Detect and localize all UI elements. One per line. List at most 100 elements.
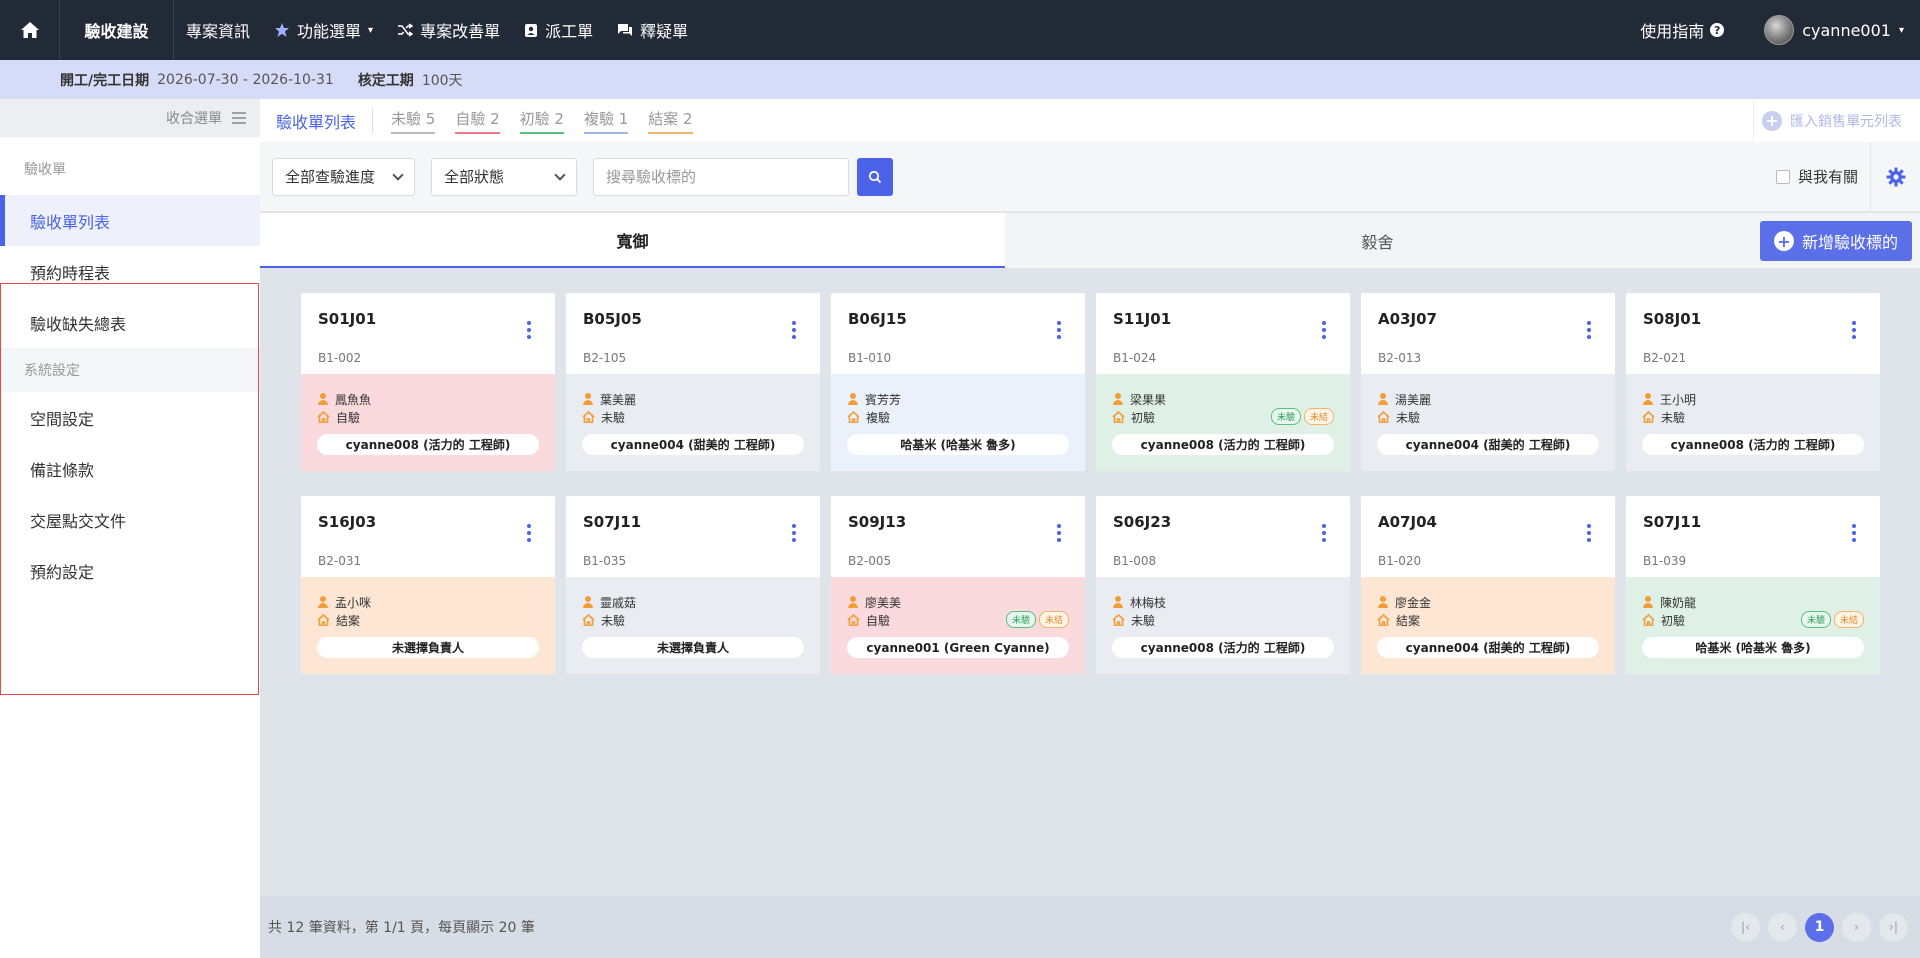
card-owner: 哈基米 (哈基米 魯多)	[1642, 637, 1864, 658]
project-brand[interactable]: 驗收建設	[60, 0, 174, 60]
home-button[interactable]	[0, 0, 60, 60]
avatar	[1764, 15, 1795, 45]
card-owner: cyanne008 (活力的 工程師)	[1112, 637, 1334, 658]
more-options-icon[interactable]	[1852, 524, 1856, 542]
card-person: 靈戚菇	[600, 595, 637, 610]
tab-status-recheck[interactable]: 複驗 1	[583, 108, 629, 134]
more-options-icon[interactable]	[1322, 524, 1326, 542]
nav-dispatch[interactable]: 派工單	[512, 0, 605, 60]
more-options-icon[interactable]	[792, 524, 796, 542]
nav-function-menu[interactable]: 功能選單 ▾	[262, 0, 385, 60]
user-menu[interactable]: cyanne001 ▾	[1764, 15, 1904, 45]
house-icon	[582, 411, 595, 423]
card-person-row: 賓芳芳	[847, 390, 1069, 408]
acceptance-card[interactable]: A07J04 B1-020 廖金金 結案 cyanne004 (甜美的 工程師)	[1360, 495, 1616, 675]
card-unit: B1-002	[318, 351, 362, 365]
more-options-icon[interactable]	[1057, 321, 1061, 339]
settings-button[interactable]	[1870, 141, 1920, 212]
card-person: 陳奶龍	[1660, 595, 1697, 610]
more-options-icon[interactable]	[1587, 524, 1591, 542]
user-guide-link[interactable]: 使用指南 ?	[1640, 18, 1725, 42]
card-stage: 未驗	[601, 613, 626, 628]
more-options-icon[interactable]	[1587, 321, 1591, 339]
card-unit: B2-021	[1643, 351, 1687, 365]
card-person: 廖金金	[1395, 595, 1432, 610]
card-body: 賓芳芳 複驗 哈基米 (哈基米 魯多)	[831, 374, 1085, 471]
tab-status-initial[interactable]: 初驗 2	[519, 108, 564, 134]
acceptance-card[interactable]: S16J03 B2-031 孟小咪 結案 未選擇負責人	[300, 495, 556, 675]
plus-circle-icon: +	[1762, 110, 1782, 131]
card-person: 林梅枝	[1130, 595, 1167, 610]
house-icon	[1377, 411, 1390, 423]
more-options-icon[interactable]	[1057, 524, 1061, 542]
duration-value: 100天	[421, 72, 463, 89]
acceptance-card[interactable]: B05J05 B2-105 葉美麗 未驗 cyanne004 (甜美的 工程師)	[565, 292, 821, 472]
tab-building-1[interactable]: 寬御	[260, 213, 1005, 268]
page-button-current[interactable]: 1	[1805, 912, 1834, 942]
next-page-icon[interactable]: ›	[1842, 912, 1871, 942]
prev-page-icon[interactable]: ‹	[1768, 912, 1797, 942]
card-stage: 結案	[1396, 613, 1421, 628]
house-icon	[1642, 614, 1655, 626]
card-person-row: 葉美麗	[582, 390, 804, 408]
status-badge: 未結	[1303, 408, 1334, 425]
acceptance-card[interactable]: A03J07 B2-013 湯美麗 未驗 cyanne004 (甜美的 工程師)	[1360, 292, 1616, 472]
sidebar-item-acceptance-list[interactable]: 驗收單列表	[0, 195, 260, 246]
tab-status-self-check[interactable]: 自驗 2	[455, 108, 500, 134]
last-page-icon[interactable]: ›|	[1879, 912, 1908, 942]
chat-icon	[618, 24, 633, 36]
more-options-icon[interactable]	[527, 321, 531, 339]
acceptance-card[interactable]: S08J01 B2-021 王小明 未驗 cyanne008 (活力的 工程師)	[1625, 292, 1881, 472]
collapse-menu-button[interactable]: 收合選單	[0, 99, 260, 137]
card-person-row: 鳳魚魚	[317, 390, 539, 408]
tab-status-closed[interactable]: 結案 2	[648, 108, 693, 134]
card-owner: 未選擇負責人	[582, 637, 804, 658]
status-filter-select[interactable]: 全部狀態	[431, 157, 577, 196]
nav-clarification[interactable]: 釋疑單	[605, 0, 700, 60]
search-button[interactable]	[857, 157, 893, 196]
progress-filter-select[interactable]: 全部查驗進度	[272, 157, 415, 196]
card-owner: 未選擇負責人	[317, 637, 539, 658]
tab-acceptance-list[interactable]: 驗收單列表	[260, 109, 372, 133]
person-icon	[317, 393, 329, 405]
tab-building-2[interactable]: 毅舍	[1005, 213, 1750, 268]
import-sales-units-button[interactable]: + 匯入銷售單元列表	[1753, 99, 1902, 142]
related-to-me-toggle[interactable]: 與我有關	[1775, 166, 1858, 187]
status-filter-value: 全部狀態	[444, 168, 505, 186]
card-code: S08J01	[1643, 310, 1702, 328]
nav-improvement[interactable]: 專案改善單	[385, 0, 512, 60]
more-options-icon[interactable]	[1852, 321, 1856, 339]
card-person-row: 湯美麗	[1377, 390, 1599, 408]
related-label: 與我有關	[1797, 168, 1858, 186]
more-options-icon[interactable]	[527, 524, 531, 542]
acceptance-card[interactable]: S07J11 B1-035 靈戚菇 未驗 未選擇負責人	[565, 495, 821, 675]
card-owner: cyanne004 (甜美的 工程師)	[1377, 637, 1599, 658]
nav-improvement-label: 專案改善單	[420, 22, 501, 41]
person-icon	[582, 596, 594, 608]
acceptance-card[interactable]: S07J11 B1-039 陳奶龍 初驗 未驗 未結 哈基米 (哈基米 魯多)	[1625, 495, 1881, 675]
plus-circle-icon: +	[1773, 231, 1794, 251]
acceptance-card[interactable]: S11J01 B1-024 梁果果 初驗 未驗 未結 cyanne008 (活力的…	[1095, 292, 1351, 472]
first-page-icon[interactable]: |‹	[1731, 912, 1760, 942]
search-input[interactable]: 搜尋驗收標的	[593, 157, 849, 196]
related-checkbox[interactable]	[1775, 169, 1790, 184]
tab-status-unchecked[interactable]: 未驗 5	[391, 108, 436, 134]
acceptance-card[interactable]: B06J15 B1-010 賓芳芳 複驗 哈基米 (哈基米 魯多)	[830, 292, 1086, 472]
card-header: S01J01 B1-002	[301, 293, 555, 374]
status-badge: 未驗	[1005, 611, 1036, 628]
card-badges: 未驗 未結	[1270, 408, 1334, 425]
add-acceptance-target-button[interactable]: + 新增驗收標的	[1760, 221, 1912, 261]
sidebar-group-acceptance: 驗收單	[24, 162, 66, 178]
more-options-icon[interactable]	[792, 321, 796, 339]
card-body: 王小明 未驗 cyanne008 (活力的 工程師)	[1626, 374, 1880, 471]
acceptance-card[interactable]: S01J01 B1-002 鳳魚魚 自驗 cyanne008 (活力的 工程師)	[300, 292, 556, 472]
card-body: 陳奶龍 初驗 未驗 未結 哈基米 (哈基米 魯多)	[1626, 577, 1880, 674]
nav-project-info[interactable]: 專案資訊	[174, 0, 262, 60]
card-header: S08J01 B2-021	[1626, 293, 1880, 374]
acceptance-card[interactable]: S06J23 B1-008 林梅枝 未驗 cyanne008 (活力的 工程師)	[1095, 495, 1351, 675]
acceptance-card[interactable]: S09J13 B2-005 廖美美 自驗 未驗 未結 cyanne001 (Gre…	[830, 495, 1086, 675]
sidebar-highlight-box	[0, 283, 259, 695]
house-icon	[317, 411, 330, 423]
shuffle-icon	[398, 23, 414, 37]
more-options-icon[interactable]	[1322, 321, 1326, 339]
